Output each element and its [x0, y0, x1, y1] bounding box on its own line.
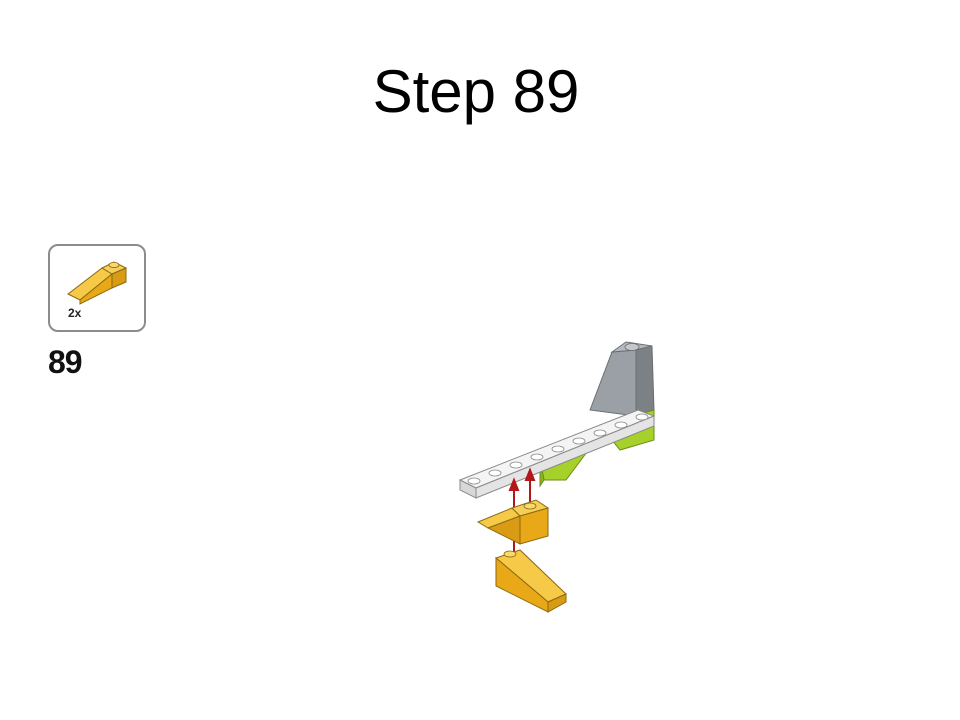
yellow-slope-brick-lower [494, 549, 567, 613]
parts-list-callout: 2x [48, 244, 146, 332]
build-step-illustration [458, 341, 656, 613]
white-plate [458, 409, 656, 499]
gray-slope-brick [589, 341, 655, 417]
part-quantity: 2x [68, 306, 82, 320]
yellow-slope-brick-icon [67, 261, 128, 305]
step-number: 89 [48, 344, 83, 380]
page-title: Step 89 [372, 58, 580, 125]
